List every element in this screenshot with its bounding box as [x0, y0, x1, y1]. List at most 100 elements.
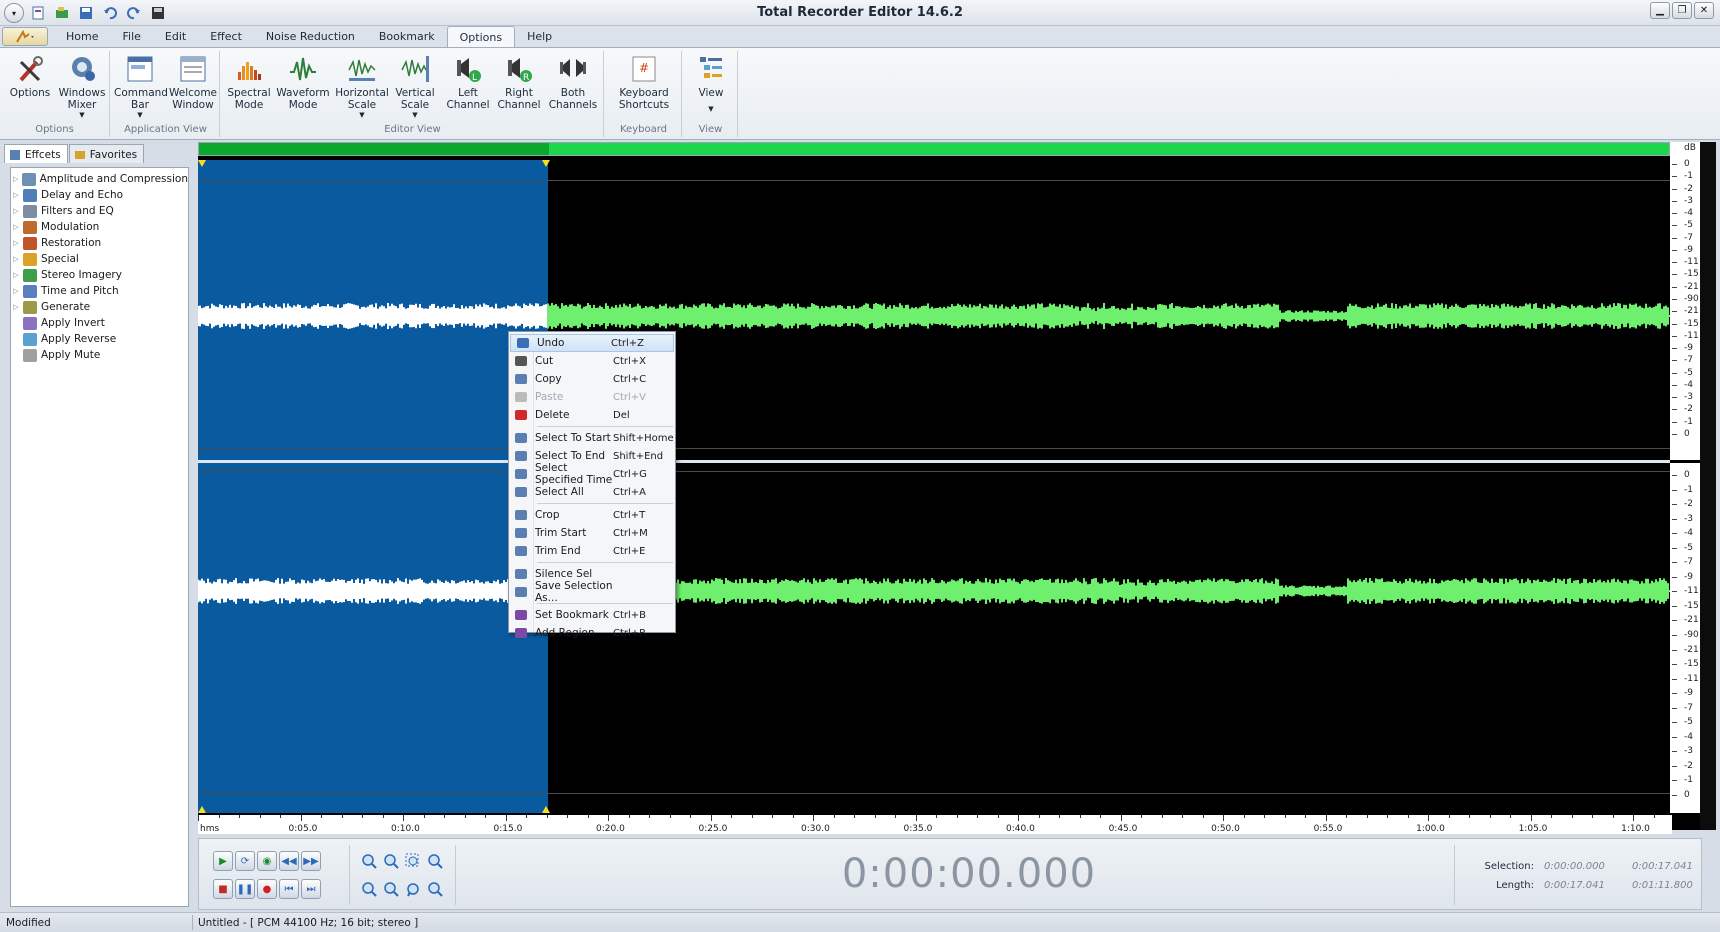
record-button[interactable]: ●	[257, 879, 277, 899]
svg-text:R: R	[523, 73, 529, 83]
menu-item-select-to-start[interactable]: Select To Start Shift+Home	[509, 429, 675, 447]
play-selection-button[interactable]: ◉	[257, 851, 277, 871]
zoom-selection-button[interactable]	[403, 851, 423, 871]
menu-item-add-region[interactable]: Add Region Ctrl+R	[509, 624, 675, 642]
tab-favorites[interactable]: Favorites	[68, 144, 145, 163]
menu-item-select-specified-time[interactable]: Select Specified Time Ctrl+G	[509, 462, 675, 486]
rewind-button[interactable]: ◀◀	[279, 851, 299, 871]
time-ruler-tick	[1592, 815, 1594, 818]
stop-button[interactable]: ■	[213, 879, 233, 899]
keyboard-shortcuts-button[interactable]: # Keyboard Shortcuts	[614, 53, 674, 111]
tab-help[interactable]: Help	[515, 26, 564, 47]
bookmark-icon	[513, 608, 529, 622]
view-button[interactable]: View ▼	[688, 53, 734, 113]
selection-end[interactable]: 0:00:17.041	[1632, 861, 1720, 872]
expand-arrow-icon[interactable]: ▷	[11, 223, 21, 231]
effect-tree-item[interactable]: ▷ Filters and EQ	[11, 203, 188, 219]
loop-button[interactable]: ⟳	[235, 851, 255, 871]
tab-edit[interactable]: Edit	[153, 26, 198, 47]
tab-effect[interactable]: Effect	[198, 26, 254, 47]
effect-tree-item[interactable]: Apply Mute	[11, 347, 188, 363]
menu-item-trim-start[interactable]: Trim Start Ctrl+M	[509, 524, 675, 542]
expand-arrow-icon[interactable]: ▷	[11, 271, 21, 279]
command-bar-button[interactable]: Command Bar ▼	[114, 53, 168, 119]
tab-effects[interactable]: Effcets	[4, 144, 68, 163]
selection-marker-icon[interactable]	[542, 160, 550, 167]
expand-arrow-icon[interactable]: ▷	[11, 287, 21, 295]
waveform-channel-right[interactable]	[198, 463, 1670, 813]
tab-file[interactable]: File	[110, 26, 152, 47]
restore-button[interactable]: ❐	[1672, 2, 1692, 19]
menu-item-select-all[interactable]: Select All Ctrl+A	[509, 483, 675, 501]
menu-item-paste[interactable]: Paste Ctrl+V	[509, 388, 675, 406]
selection-start[interactable]: 0:00:00.000	[1544, 861, 1632, 872]
horizontal-scale-button[interactable]: Horizontal Scale ▼	[334, 53, 390, 119]
time-ruler[interactable]: hms 0:05.0 0:10.0 0:15.0 0:20.0 0:25.0 0:30.0 0…	[198, 814, 1672, 834]
expand-arrow-icon[interactable]: ▷	[11, 175, 20, 183]
play-button[interactable]: ▶	[213, 851, 233, 871]
menu-item-trim-end[interactable]: Trim End Ctrl+E	[509, 542, 675, 560]
pause-button[interactable]: ❚❚	[235, 879, 255, 899]
menu-item-undo[interactable]: Undo Ctrl+Z	[510, 334, 674, 352]
selection-marker-icon[interactable]	[542, 806, 550, 813]
selection-marker-icon[interactable]	[198, 160, 206, 167]
effect-tree-item[interactable]: ▷ Generate	[11, 299, 188, 315]
tab-home[interactable]: Home	[54, 26, 110, 47]
zoom-region-button[interactable]	[403, 879, 423, 899]
effect-tree-item[interactable]: ▷ Delay and Echo	[11, 187, 188, 203]
effect-tree-item[interactable]: ▷ Amplitude and Compression	[11, 171, 188, 187]
close-button[interactable]: ✕	[1694, 2, 1714, 19]
menu-item-save-selection-as[interactable]: Save Selection As...	[509, 580, 675, 604]
welcome-window-button[interactable]: Welcome Window	[168, 53, 218, 111]
menu-item-set-bookmark[interactable]: Set Bookmark Ctrl+B	[509, 606, 675, 624]
right-channel-button[interactable]: R Right Channel	[494, 53, 544, 111]
options-button[interactable]: Options	[6, 53, 54, 99]
menu-item-crop[interactable]: Crop Ctrl+T	[509, 506, 675, 524]
zoom-full-button[interactable]	[425, 851, 445, 871]
minimize-button[interactable]: ▁	[1650, 2, 1670, 19]
zoom-out-vertical-button[interactable]	[381, 879, 401, 899]
selection-length[interactable]: 0:00:17.041	[1544, 880, 1632, 891]
zoom-out-horizontal-button[interactable]	[381, 851, 401, 871]
zoom-in-vertical-button[interactable]	[359, 879, 379, 899]
vertical-scale-button[interactable]: Vertical Scale ▼	[390, 53, 440, 119]
effect-tree-item[interactable]: ▷ Modulation	[11, 219, 188, 235]
db-tick-mark	[1672, 409, 1677, 411]
waveform-editor[interactable]: dB 0 -1 -2 -3 -4 -5 -7 -9 -11 -15 -21 -90 -21 -15 -11-…	[198, 142, 1716, 830]
go-to-start-button[interactable]: ⏮	[279, 879, 299, 899]
tab-options[interactable]: Options	[446, 26, 516, 47]
expand-arrow-icon[interactable]: ▷	[11, 303, 21, 311]
menu-item-cut[interactable]: Cut Ctrl+X	[509, 352, 675, 370]
application-button[interactable]	[2, 27, 48, 46]
time-ruler-label: 0:45.0	[1108, 824, 1138, 834]
effect-tree-item[interactable]: Apply Invert	[11, 315, 188, 331]
tab-bookmark[interactable]: Bookmark	[367, 26, 447, 47]
expand-arrow-icon[interactable]: ▷	[11, 207, 21, 215]
expand-arrow-icon[interactable]: ▷	[11, 191, 21, 199]
menu-item-copy[interactable]: Copy Ctrl+C	[509, 370, 675, 388]
db-tick-mark	[1672, 722, 1677, 724]
both-channels-button[interactable]: Both Channels	[546, 53, 600, 111]
effect-tree-item[interactable]: Apply Reverse	[11, 331, 188, 347]
fast-forward-button[interactable]: ▶▶	[301, 851, 321, 871]
left-channel-button[interactable]: L Left Channel	[444, 53, 492, 111]
effect-tree-item[interactable]: ▷ Stereo Imagery	[11, 267, 188, 283]
go-to-end-button[interactable]: ⏭	[301, 879, 321, 899]
time-ruler-tick	[608, 815, 610, 821]
menu-item-delete[interactable]: Delete Del	[509, 406, 675, 424]
selection-marker-icon[interactable]	[198, 806, 206, 813]
tab-noise-reduction[interactable]: Noise Reduction	[254, 26, 367, 47]
expand-arrow-icon[interactable]: ▷	[11, 239, 21, 247]
effect-tree-item[interactable]: ▷ Special	[11, 251, 188, 267]
waveform-mode-button[interactable]: Waveform Mode	[276, 53, 330, 111]
expand-arrow-icon[interactable]: ▷	[11, 255, 21, 263]
effect-tree-item[interactable]: ▷ Restoration	[11, 235, 188, 251]
effect-tree-item[interactable]: ▷ Time and Pitch	[11, 283, 188, 299]
zoom-reset-button[interactable]	[425, 879, 445, 899]
zoom-in-horizontal-button[interactable]	[359, 851, 379, 871]
overview-bar[interactable]	[198, 142, 1670, 156]
spectral-mode-button[interactable]: Spectral Mode	[224, 53, 274, 111]
waveform-channel-left[interactable]	[198, 160, 1670, 460]
windows-mixer-button[interactable]: Windows Mixer ▼	[56, 53, 108, 119]
zoom-in-vertical-icon	[362, 882, 377, 897]
